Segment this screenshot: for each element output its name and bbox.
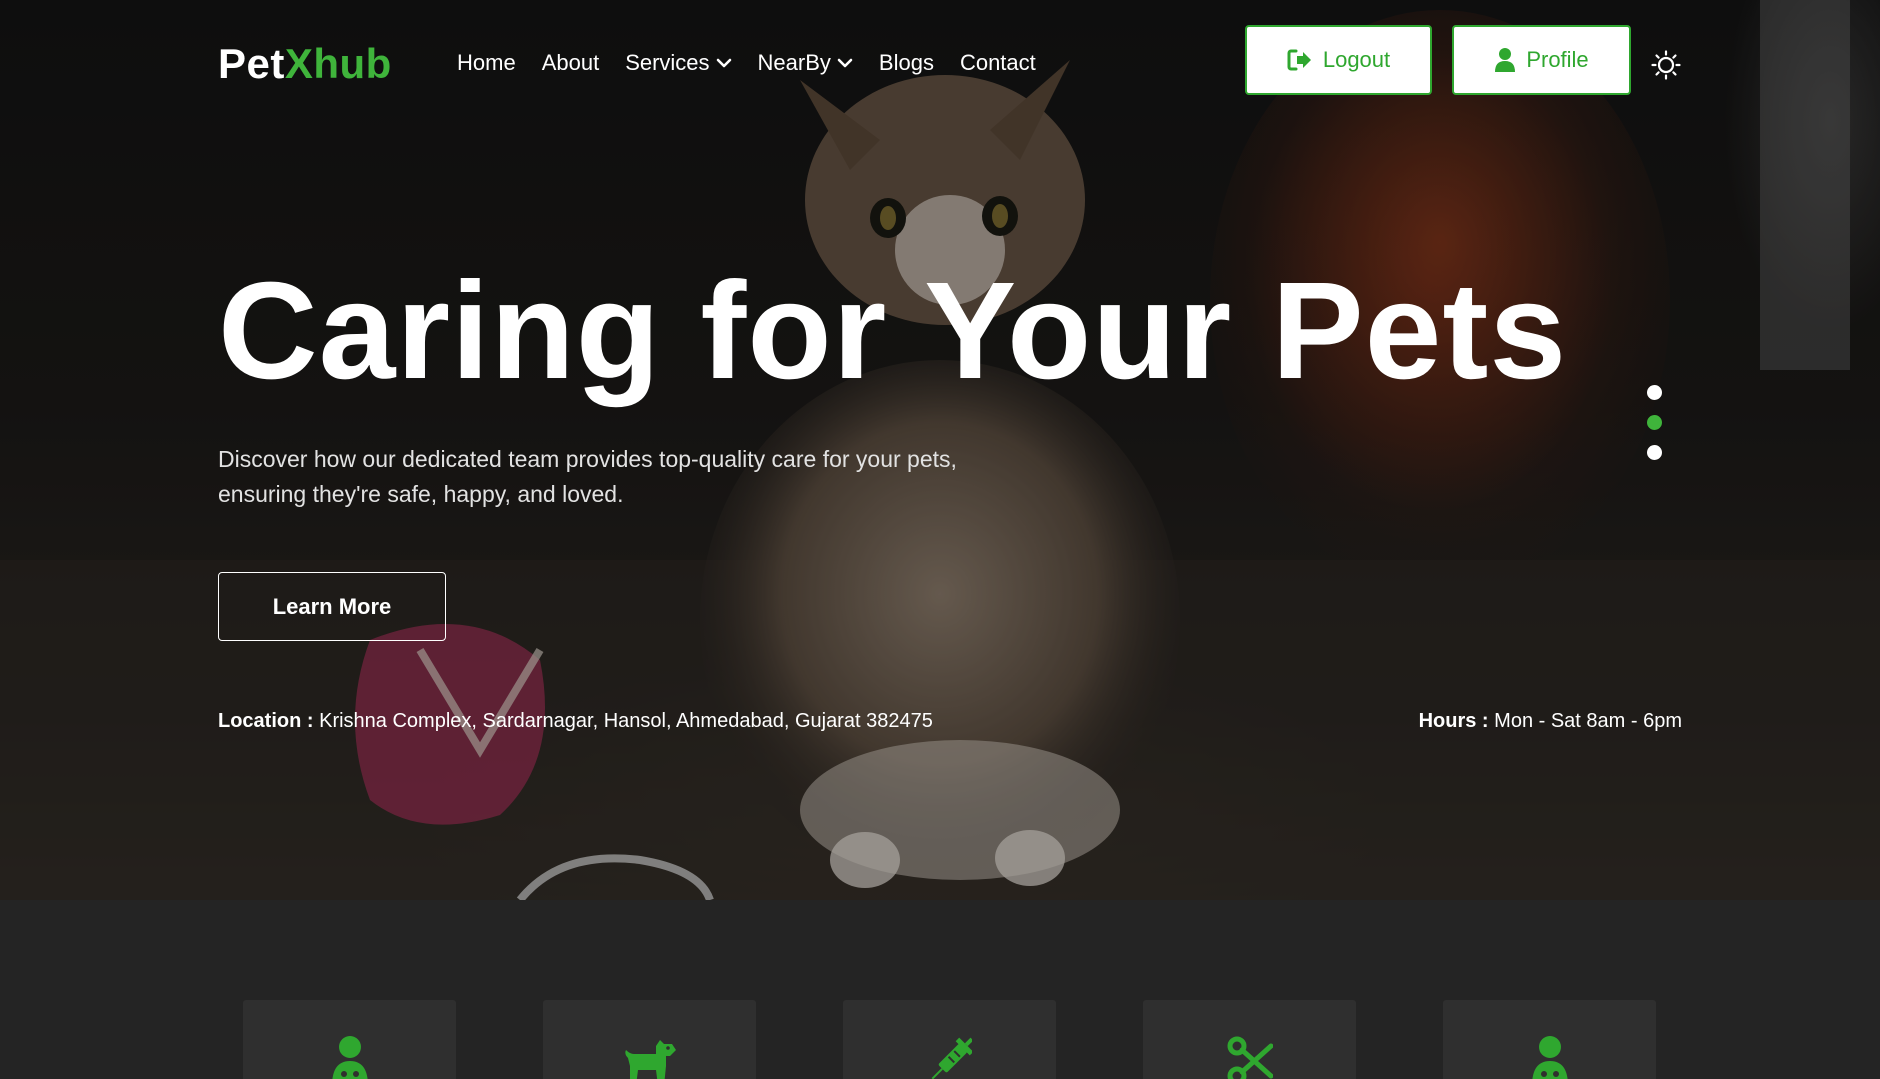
brand-logo[interactable]: PetXhub [218, 40, 392, 88]
carousel-indicators [1647, 385, 1662, 475]
nav-item-services[interactable]: Services [625, 48, 731, 78]
service-card-vaccination[interactable] [843, 1000, 1056, 1079]
nav-item-blogs[interactable]: Blogs [879, 48, 934, 78]
user-icon [1495, 48, 1516, 72]
nav-item-label: About [541, 50, 600, 75]
nav-item-contact[interactable]: Contact [960, 48, 1036, 78]
hours-label: Hours : [1418, 710, 1489, 732]
services-section [0, 900, 1880, 1079]
main-nav: Home About Services NearBy Blogs Contact [457, 48, 1062, 78]
user-doctor-icon [331, 1036, 368, 1079]
hero-title: Caring for Your Pets [218, 254, 1568, 408]
carousel-dot-1[interactable] [1647, 385, 1662, 400]
chevron-down-icon [716, 58, 731, 68]
learn-more-button[interactable]: Learn More [218, 572, 446, 641]
hero-description: Discover how our dedicated team provides… [218, 446, 957, 507]
service-card-dog[interactable] [543, 1000, 756, 1079]
profile-label: Profile [1526, 47, 1589, 72]
location-value: Krishna Complex, Sardarnagar, Hansol, Ah… [319, 710, 933, 732]
service-card-grooming[interactable] [1143, 1000, 1356, 1079]
dog-icon [624, 1040, 676, 1079]
service-card-vet[interactable] [243, 1000, 456, 1079]
profile-button[interactable]: Profile [1452, 25, 1631, 95]
chevron-down-icon [837, 58, 853, 68]
scissors-icon [1227, 1036, 1273, 1079]
nav-item-label: Services [625, 50, 710, 75]
nav-item-nearby[interactable]: NearBy [758, 48, 853, 78]
nav-item-label: NearBy [757, 50, 831, 75]
brand-name-part2: Xhub [284, 40, 392, 87]
brand-name-part1: Pet [218, 40, 285, 87]
sign-out-icon [1287, 49, 1311, 71]
carousel-dot-2[interactable] [1647, 415, 1662, 430]
user-doctor-icon [1531, 1036, 1568, 1079]
syringe-icon [931, 1037, 972, 1079]
hours-value: Mon - Sat 8am - 6pm [1494, 710, 1682, 732]
nav-item-label: Contact [959, 50, 1036, 75]
nav-item-label: Home [457, 50, 516, 75]
location-info: Location : Krishna Complex, Sardarnagar,… [218, 710, 933, 733]
nav-item-home[interactable]: Home [457, 48, 516, 78]
nav-item-about[interactable]: About [542, 48, 600, 78]
nav-item-label: Blogs [878, 50, 934, 75]
service-card-doctor[interactable] [1443, 1000, 1656, 1079]
hours-info: Hours : Mon - Sat 8am - 6pm [1419, 710, 1682, 733]
sun-icon[interactable] [1651, 50, 1681, 80]
logout-label: Logout [1322, 47, 1391, 72]
logout-button[interactable]: Logout [1245, 25, 1432, 95]
location-label: Location : [218, 710, 314, 732]
carousel-dot-3[interactable] [1647, 445, 1662, 460]
